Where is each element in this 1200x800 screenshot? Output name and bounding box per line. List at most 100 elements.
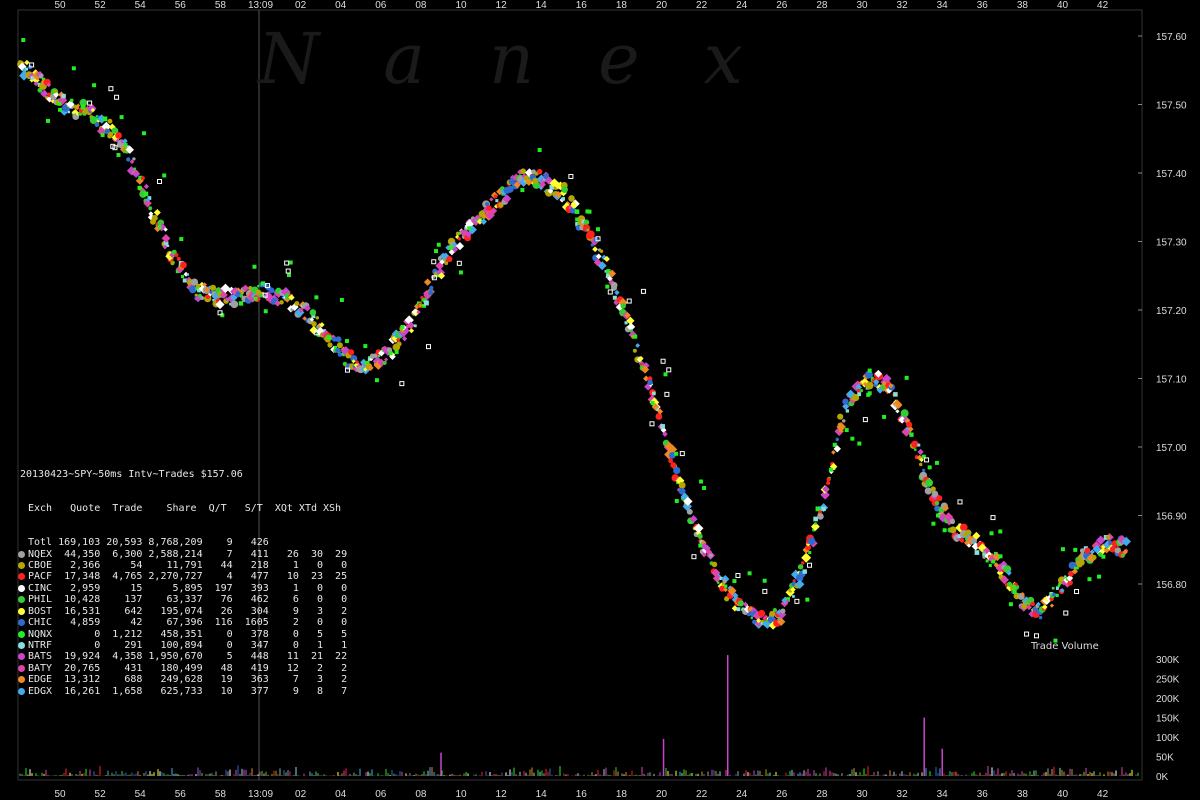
- y-tick-label: 157.60: [1156, 32, 1187, 43]
- outlier-point: [626, 298, 632, 304]
- trade-point: [592, 246, 598, 253]
- trade-point: [396, 341, 402, 347]
- trade-point: [792, 595, 795, 598]
- outlier-point: [467, 226, 472, 231]
- outlier-point: [674, 451, 679, 456]
- trade-point: [327, 342, 333, 348]
- volume-y-tick-label: 300K: [1156, 655, 1180, 666]
- x-tick-label-top: 34: [937, 0, 949, 11]
- trade-point: [807, 537, 816, 545]
- outlier-point: [520, 188, 525, 193]
- x-tick-label-bottom: 30: [856, 789, 868, 800]
- outlier-point: [1074, 589, 1080, 595]
- trade-point: [151, 214, 158, 222]
- trade-point: [489, 197, 494, 202]
- trade-point: [717, 581, 720, 584]
- trade-point: [826, 480, 831, 485]
- outlier-point: [1073, 547, 1078, 552]
- outlier-point: [1101, 554, 1106, 559]
- trade-point: [914, 448, 917, 451]
- volume-y-tick-label: 100K: [1156, 733, 1180, 744]
- outlier-point: [633, 334, 638, 339]
- trade-point: [335, 336, 342, 343]
- stats-row: NQEX 44,350 6,300 2,588,214 7 411 26 30 …: [18, 549, 347, 560]
- x-tick-label-bottom: 02: [295, 789, 307, 800]
- volume-panel-label: Trade Volume: [1031, 641, 1099, 652]
- x-tick-label-bottom: 36: [977, 789, 989, 800]
- trade-point: [561, 186, 568, 193]
- outlier-point: [394, 350, 399, 355]
- trade-point: [377, 354, 381, 358]
- trade-point: [817, 513, 824, 520]
- x-tick-label-top: 56: [175, 0, 187, 11]
- outlier-point: [374, 378, 379, 383]
- outlier-point: [862, 417, 868, 423]
- trade-point: [936, 495, 943, 502]
- outlier-point: [828, 467, 833, 472]
- trade-point: [842, 398, 849, 405]
- outlier-point: [990, 515, 996, 521]
- outlier-point: [314, 295, 319, 300]
- x-tick-label-bottom: 56: [175, 789, 187, 800]
- trade-point: [1030, 601, 1035, 607]
- trade-point: [612, 295, 617, 300]
- trade-point: [780, 608, 786, 614]
- trade-point: [632, 348, 637, 353]
- trade-point: [660, 424, 665, 429]
- stats-row-text: BOST 16,531 642 195,074 26 304 9 3 2: [28, 605, 348, 617]
- outlier-point: [21, 38, 26, 43]
- trade-point: [835, 437, 840, 442]
- volume-y-tick-label: 50K: [1156, 753, 1174, 764]
- trade-point: [988, 563, 992, 567]
- outlier-point: [663, 372, 668, 377]
- trade-point: [186, 273, 189, 276]
- stats-row: PHIL 10,428 137 63,337 76 462 6 0 0: [18, 594, 347, 605]
- trade-point: [102, 116, 108, 122]
- outlier-point: [344, 338, 349, 343]
- stats-row: BATY 20,765 431 180,499 48 419 12 2 2: [18, 663, 347, 674]
- trade-point: [865, 381, 874, 390]
- trade-point: [180, 261, 187, 269]
- outlier-point: [288, 260, 293, 265]
- trade-point: [837, 413, 844, 420]
- trade-point: [174, 253, 179, 257]
- stats-row: EDGE 13,312 688 249,628 19 363 7 3 2: [18, 674, 348, 686]
- trade-point: [801, 552, 812, 563]
- x-tick-label-bottom: 26: [776, 789, 788, 800]
- outlier-point: [456, 260, 462, 266]
- trade-point: [458, 231, 462, 235]
- outlier-point: [92, 83, 97, 88]
- trade-point: [1092, 555, 1097, 559]
- outlier-point: [71, 66, 76, 71]
- outlier-point: [157, 224, 162, 229]
- outlier-point: [649, 421, 655, 427]
- trade-point: [934, 500, 940, 506]
- x-tick-label-bottom: 54: [135, 789, 147, 800]
- trade-point: [583, 219, 590, 226]
- trade-point: [94, 122, 100, 128]
- trade-point: [900, 409, 909, 418]
- outlier-point: [137, 185, 142, 190]
- trade-point: [821, 506, 826, 511]
- x-tick-label-bottom: 13:09: [248, 789, 273, 800]
- trade-point: [209, 284, 217, 291]
- trade-point: [620, 303, 626, 309]
- outlier-point: [1012, 589, 1017, 594]
- outlier-point: [850, 436, 855, 441]
- x-tick-label-bottom: 14: [536, 789, 548, 800]
- trade-point: [949, 518, 956, 525]
- outlier-point: [957, 499, 963, 505]
- stats-row-marker: [18, 596, 25, 604]
- trade-point: [686, 508, 693, 515]
- trade-point: [574, 209, 580, 214]
- stats-row-marker: [18, 573, 25, 581]
- outlier-point: [664, 391, 670, 397]
- stats-row-marker: [18, 584, 25, 592]
- trade-point: [428, 289, 434, 296]
- trade-point: [750, 616, 753, 620]
- outlier-point: [805, 597, 810, 602]
- trade-point: [673, 466, 681, 475]
- y-tick-label: 157.00: [1156, 443, 1187, 454]
- trade-point: [315, 316, 319, 320]
- stats-row-text: EDGE 13,312 688 249,628 19 363 7 3 2: [28, 674, 348, 686]
